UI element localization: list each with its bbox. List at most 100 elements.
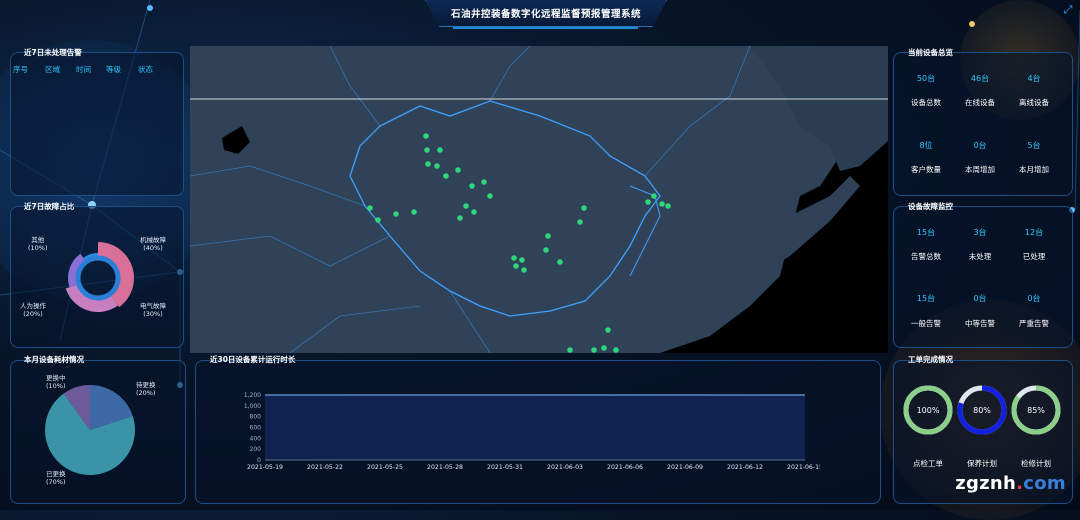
land-mass — [190, 46, 850, 353]
site-marker[interactable] — [455, 167, 461, 173]
y-tick-label: 400 — [250, 435, 262, 442]
fault-inner-ring — [75, 255, 121, 301]
monitor-stat-value: 3台 — [973, 228, 987, 237]
fullscreen-icon[interactable]: ⤢ — [1062, 4, 1074, 16]
site-marker[interactable] — [543, 247, 549, 253]
alerts-col-header[interactable]: 等级 — [106, 64, 138, 75]
site-marker[interactable] — [567, 347, 573, 353]
alerts-panel-title: 近7日未处理告警 — [24, 48, 82, 57]
site-marker[interactable] — [545, 233, 551, 239]
site-marker[interactable] — [513, 263, 519, 269]
site-marker[interactable] — [645, 199, 651, 205]
overview-stat-value: 4台 — [1027, 74, 1041, 83]
x-tick-label: 2021-05-22 — [307, 464, 343, 471]
fault-label-human: 人为操作 (20%) — [20, 302, 46, 318]
monitor-panel-title: 设备故障监控 — [908, 202, 953, 211]
x-tick-label: 2021-06-15 — [787, 464, 820, 471]
site-marker[interactable] — [375, 217, 381, 223]
fault-panel-title: 近7日故障占比 — [24, 202, 75, 211]
monitor-stat-value: 0台 — [1027, 294, 1041, 303]
map-view[interactable] — [190, 46, 888, 353]
overview-stat-value: 5台 — [1027, 141, 1041, 150]
x-tick-label: 2021-06-12 — [727, 464, 763, 471]
workorder-panel-title: 工单完成情况 — [908, 355, 953, 364]
site-marker[interactable] — [577, 219, 583, 225]
x-tick-label: 2021-06-03 — [547, 464, 583, 471]
y-tick-label: 600 — [250, 425, 262, 432]
overview-stat-value: 0台 — [973, 141, 987, 150]
monitor-stat-label: 一般告警 — [911, 319, 941, 328]
alerts-col-header[interactable]: 区域 — [45, 64, 76, 75]
material-label-pending: 待更换 (20%) — [136, 381, 156, 397]
alerts-col-header[interactable]: 序号 — [13, 64, 45, 75]
site-marker[interactable] — [457, 215, 463, 221]
site-marker[interactable] — [521, 267, 527, 273]
site-marker[interactable] — [423, 133, 429, 139]
overview-stat-value: 8位 — [919, 141, 933, 150]
overview-stat-value: 50台 — [916, 74, 936, 83]
site-marker[interactable] — [367, 205, 373, 211]
x-tick-label: 2021-06-06 — [607, 464, 643, 471]
fault-label-other: 其他 (10%) — [28, 236, 48, 252]
site-marker[interactable] — [425, 161, 431, 167]
site-marker[interactable] — [557, 259, 563, 265]
site-marker[interactable] — [605, 327, 611, 333]
overview-panel-title: 当前设备总览 — [908, 48, 953, 57]
monitor-stat-value: 15台 — [916, 228, 936, 237]
site-marker[interactable] — [665, 203, 671, 209]
overview-stat-value: 46台 — [970, 74, 990, 83]
monitor-stat-label: 严重告警 — [1019, 319, 1049, 328]
site-marker[interactable] — [659, 201, 665, 207]
runtime-area-chart: 0 200 400 600 800 1,000 1,200 2021-05-19 2021-05… — [244, 392, 820, 471]
alerts-col-header[interactable]: 时间 — [76, 64, 106, 75]
y-tick-label: 1,200 — [244, 392, 261, 399]
site-marker[interactable] — [471, 209, 477, 215]
site-marker[interactable] — [469, 183, 475, 189]
site-marker[interactable] — [393, 211, 399, 217]
material-label-in-progress: 更换中 (10%) — [46, 374, 66, 390]
china-map — [190, 46, 888, 353]
x-tick-label: 2021-05-19 — [247, 464, 283, 471]
material-panel-title: 本月设备耗材情况 — [24, 355, 84, 364]
site-marker[interactable] — [519, 257, 525, 263]
monitor-stat-label: 已处理 — [1022, 252, 1046, 261]
fault-label-mechanical: 机械故障 (40%) — [140, 236, 166, 252]
overview-stat-label: 客户数量 — [911, 165, 941, 174]
gauge-label: 点检工单 — [913, 459, 943, 468]
header-title-bar: 石油井控装备数字化远程监督预报管理系统 — [425, 0, 667, 27]
site-marker[interactable] — [434, 163, 440, 169]
site-marker[interactable] — [424, 147, 430, 153]
site-marker[interactable] — [511, 255, 517, 261]
monitor-stat-label: 未处理 — [968, 252, 992, 261]
y-tick-label: 1,000 — [244, 403, 261, 410]
site-marker[interactable] — [411, 209, 417, 215]
site-marker[interactable] — [613, 347, 619, 353]
site-marker[interactable] — [651, 193, 657, 199]
gauge-value: 80% — [973, 406, 991, 415]
site-watermark: zgznh.com — [955, 473, 1066, 494]
gauge-label: 检修计划 — [1021, 459, 1051, 468]
page-title: 石油井控装备数字化远程监督预报管理系统 — [450, 9, 641, 20]
network-node — [969, 21, 975, 27]
x-tick-label: 2021-05-25 — [367, 464, 403, 471]
network-node — [147, 5, 153, 11]
workorder-gauges: 100% 80% 85% — [903, 385, 1061, 435]
gauge-value: 100% — [917, 406, 940, 415]
site-marker[interactable] — [437, 147, 443, 153]
fault-label-electrical: 电气故障 (30%) — [140, 302, 166, 318]
site-marker[interactable] — [481, 179, 487, 185]
alerts-col-header[interactable]: 状态 — [138, 64, 168, 75]
overview-stat-label: 本月增加 — [1019, 165, 1049, 174]
site-marker[interactable] — [487, 193, 493, 199]
site-marker[interactable] — [463, 203, 469, 209]
title-underline — [453, 27, 638, 29]
site-marker[interactable] — [601, 345, 607, 351]
x-tick-label: 2021-06-09 — [667, 464, 703, 471]
site-marker[interactable] — [443, 173, 449, 179]
site-marker[interactable] — [591, 347, 597, 353]
overview-stat-label: 本周增加 — [965, 165, 995, 174]
monitor-stat-value: 15台 — [916, 294, 936, 303]
runtime-panel-title: 近30日设备累计运行时长 — [210, 355, 296, 364]
material-pie-chart — [45, 385, 136, 475]
site-marker[interactable] — [581, 205, 587, 211]
